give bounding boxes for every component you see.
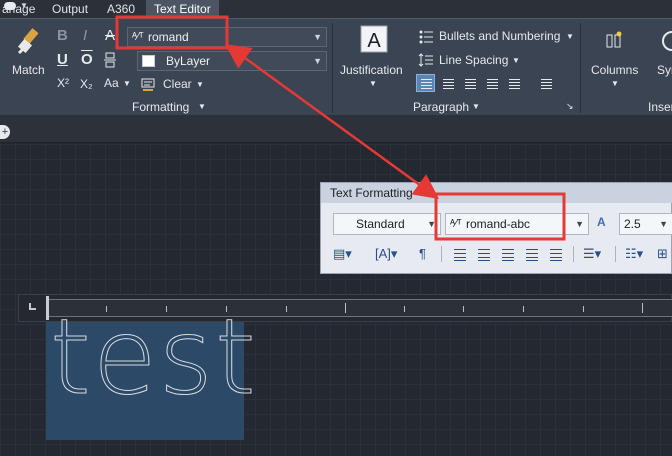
strikethrough-button[interactable]: A [105,27,115,44]
file-tabs-bar: + [0,115,672,143]
clear-formatting-icon [140,76,156,92]
symbol-button[interactable]: Sym [657,63,672,77]
tf-font-select[interactable]: ᴬ⁄ᵀ romand-abc ▼ [445,213,589,235]
distribute-button[interactable] [504,74,523,92]
paragraph-launcher-icon[interactable]: ↘ [566,101,574,112]
toolbar-divider [615,246,616,262]
superscript-button[interactable]: X² [57,76,69,90]
text-formatting-toolbar: Text Formatting Standard ▼ ᴬ⁄ᵀ romand-ab… [320,182,672,274]
text-formatting-title[interactable]: Text Formatting [321,183,672,203]
ruler-tick [286,306,287,312]
toolbar-divider [573,246,574,262]
line-spacing-button[interactable]: Line Spacing [439,53,508,67]
change-case-button[interactable]: Aa [104,76,119,90]
overline-button[interactable]: O [81,51,93,68]
tf-font-value: romand-abc [466,217,531,231]
ruler-tick [463,306,464,312]
chevron-down-icon[interactable]: ▼ [123,79,131,88]
font-type-icon: ᴬ⁄ᵀ [132,31,144,43]
justification-icon[interactable]: A [360,25,388,53]
tab-a360[interactable]: A360 [105,0,137,18]
chevron-down-icon: ▼ [369,79,377,88]
ribbon-panel: Match B I A U O X² X₂ Aa ▼ ᴬ⁄ᵀ romand ▼ … [0,18,672,115]
stack-fraction-icon[interactable] [103,51,117,69]
chevron-down-icon: ▼ [313,56,322,66]
ruler-tick [523,306,524,312]
chevron-down-icon: ▼ [196,80,204,89]
font-select-value: romand [148,30,189,44]
paragraph-panel-title[interactable]: Paragraph [413,99,469,115]
text-height-value: 2.5 [624,217,641,231]
ruler-corner-icon [29,303,36,310]
panel-divider [332,23,333,113]
align-left-button[interactable] [416,74,435,92]
text-height-select[interactable]: 2.5 ▼ [619,213,672,235]
bold-button[interactable]: B [57,27,68,44]
ruler-tick [583,306,584,312]
indent-marker[interactable] [46,296,49,320]
toolbar-divider [441,246,442,262]
tf-align-center-button[interactable] [475,245,493,263]
match-button[interactable]: Match [12,63,45,77]
mtext-justification-icon[interactable]: [A]▾ [375,245,397,263]
new-tab-plus-icon[interactable]: + [0,125,10,139]
tf-justify-button[interactable] [523,245,541,263]
chevron-down-icon: ▼ [611,79,619,88]
color-swatch [142,55,155,67]
chevron-down-icon: ▼ [659,219,668,229]
font-select[interactable]: ᴬ⁄ᵀ romand ▼ [127,27,327,47]
text-style-value: Standard [356,217,405,231]
insert-panel-title[interactable]: Inser [648,99,672,115]
font-type-icon: ᴬ⁄ᵀ [450,218,462,230]
tf-distribute-button[interactable] [547,245,565,263]
tab-text-editor[interactable]: Text Editor [146,0,219,18]
svg-text:A: A [367,30,381,52]
chevron-down-icon: ▼ [575,219,584,229]
chevron-down-icon: ▼ [20,1,28,10]
align-center-button[interactable] [438,74,457,92]
tf-align-right-button[interactable] [499,245,517,263]
line-spacing-icon [418,52,434,68]
bullets-icon [418,28,434,44]
italic-button[interactable]: I [83,27,87,44]
chevron-down-icon: ▼ [427,219,436,229]
color-select-value: ByLayer [166,54,211,68]
justify-button[interactable] [482,74,501,92]
columns-icon[interactable] [604,31,624,51]
color-select[interactable]: ByLayer ▼ [137,51,327,71]
ribbon-tab-bar: anage Output A360 Text Editor ▼ [0,0,672,18]
subscript-button[interactable]: X₂ [80,77,93,91]
tf-line-spacing-icon[interactable]: ☰▾ [583,245,601,263]
ruler-tick [404,306,405,312]
paragraph-icon[interactable]: ¶ [419,245,426,263]
formatting-expand-icon[interactable]: ▼ [198,102,206,111]
tf-numbering-icon[interactable]: ☷▾ [625,245,643,263]
ruler-tick [642,303,643,313]
text-style-select[interactable]: Standard ▼ [333,213,441,235]
clear-button[interactable]: Clear [163,77,192,91]
paragraph-expand-icon[interactable]: ▼ [472,102,480,111]
tf-align-left-button[interactable] [451,245,469,263]
symbol-icon[interactable] [660,29,672,53]
align-right-button[interactable] [460,74,479,92]
chevron-down-icon: ▼ [313,32,322,42]
ruler-tick [345,303,346,313]
chevron-down-icon: ▼ [566,32,574,41]
toggle-pill-icon [4,2,16,10]
columns-button[interactable]: Columns [591,63,638,77]
tab-output[interactable]: Output [50,0,90,18]
match-brush-icon[interactable] [14,25,46,57]
underline-button[interactable]: U [57,51,68,68]
formatting-panel-title[interactable]: Formatting [132,99,189,115]
columns-icon[interactable]: ▤▾ [333,245,352,263]
align-distribute-all-button[interactable] [536,74,555,92]
annotative-icon[interactable]: A [597,215,606,229]
chevron-down-icon: ▼ [512,56,520,65]
mtext-content[interactable]: test [50,305,258,410]
panel-divider [580,23,581,113]
tf-insert-field-icon[interactable]: ⊞ [657,245,668,263]
bullets-numbering-button[interactable]: Bullets and Numbering [439,29,560,43]
justification-button[interactable]: Justification [340,63,403,77]
